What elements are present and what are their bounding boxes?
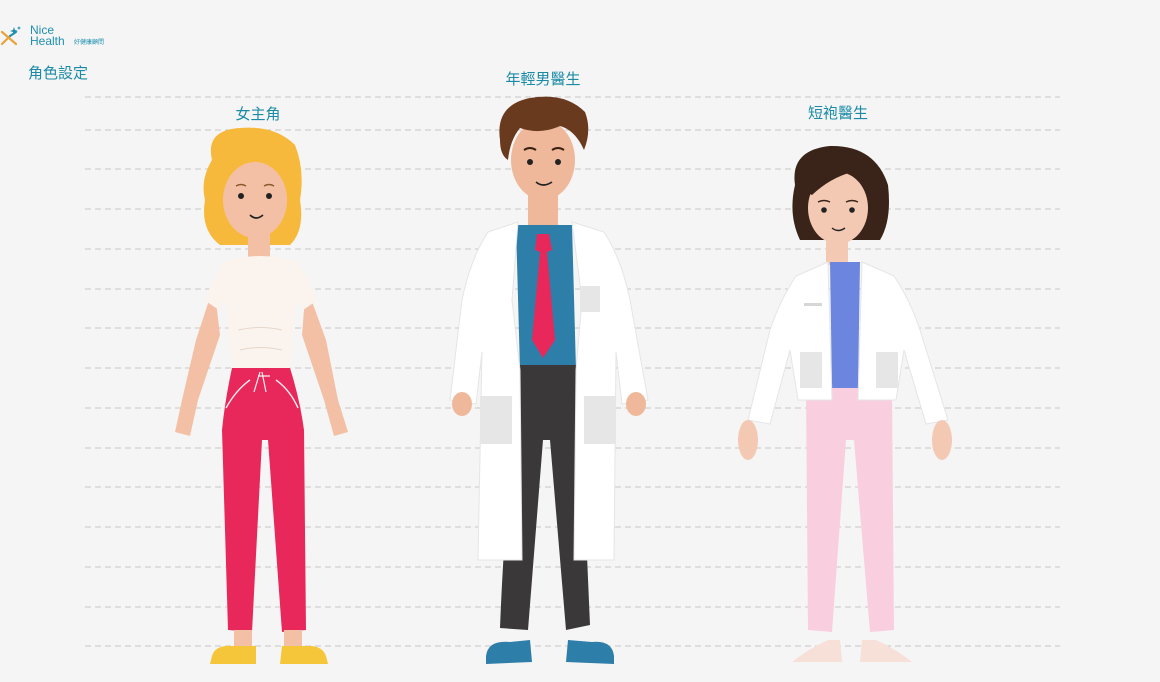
short-coat-doctor-figure <box>738 145 952 662</box>
